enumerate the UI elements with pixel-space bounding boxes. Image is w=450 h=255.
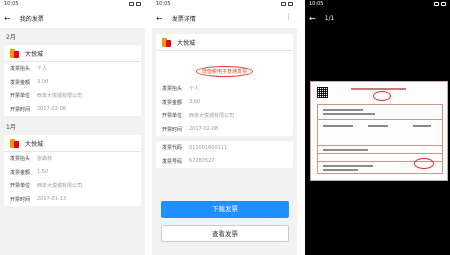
row-key: 发票号码	[162, 158, 183, 165]
row-key: 开票时间	[10, 196, 31, 203]
info-row: 发票抬头 个人	[4, 62, 141, 76]
back-arrow-icon[interactable]: ←	[4, 14, 11, 23]
detail-nav-bar: ← 发票详情 ⋮	[152, 8, 297, 28]
row-key: 发票金额	[10, 169, 31, 176]
info-row: 发票金额 3.00	[4, 76, 141, 90]
qr-code-icon	[317, 87, 328, 98]
row-key: 发票金额	[10, 79, 31, 86]
row-key: 开票单位	[162, 113, 183, 120]
status-icons	[281, 0, 293, 8]
invoice-card[interactable]: 大悦城 发票抬头 张森林 发票金额 1.50 开票单位 西单大悦城有限公司 开票时间 2…	[4, 135, 141, 206]
month-header: 2月	[6, 34, 16, 41]
merchant-logo-icon	[10, 48, 19, 58]
merchant-logo-icon	[162, 37, 171, 47]
battery-icon	[441, 2, 446, 6]
status-bar: 10:05	[152, 0, 297, 8]
view-invoice-button[interactable]: 查看发票	[161, 225, 289, 242]
status-time: 10:05	[4, 1, 19, 7]
row-value: 2017-01-13	[37, 196, 67, 203]
page-indicator: 1/1	[324, 14, 335, 22]
status-bar: 10:05	[305, 0, 450, 8]
merchant-name: 大悦城	[25, 140, 44, 148]
invoice-detail-screen: 10:05 ← 发票详情 ⋮ 大悦城 增值税电子普通发票 发票抬头 个人 发票金额…	[152, 0, 297, 255]
row-value: 1.50	[37, 169, 49, 176]
status-time: 10:05	[309, 1, 324, 7]
row-value: 个人	[37, 66, 48, 73]
wifi-icon	[434, 2, 439, 6]
info-row: 发票号码 67280527	[156, 155, 293, 169]
row-value: 011001600111	[189, 144, 228, 151]
card-header: 大悦城	[4, 45, 141, 62]
wifi-icon	[281, 2, 286, 6]
row-key: 开票时间	[162, 126, 183, 133]
row-key: 发票抬头	[162, 86, 183, 93]
info-row: 发票代码 011001600111	[156, 141, 293, 155]
info-row: 发票抬头 张森林	[4, 152, 141, 166]
invoice-detail-card: 大悦城 增值税电子普通发票 发票抬头 个人 发票金额 3.00 开票单位 西单大悦城有…	[156, 34, 293, 136]
status-icons	[434, 0, 446, 8]
row-value: 西单大悦城有限公司	[189, 113, 235, 120]
row-value: 2017-02-08	[37, 106, 67, 113]
row-key: 开票单位	[10, 183, 31, 190]
merchant-name: 大悦城	[177, 39, 196, 47]
info-row: 发票金额 1.50	[4, 166, 141, 180]
page-title: 发票详情	[171, 15, 196, 23]
info-row: 开票时间 2017-02-08	[4, 103, 141, 117]
page-title: 我的发票	[19, 15, 44, 23]
viewer-nav-bar: ← 1/1	[305, 8, 450, 28]
row-value: 张森林	[37, 156, 53, 163]
info-row: 发票金额 3.00	[156, 96, 293, 110]
row-key: 发票金额	[162, 99, 183, 106]
info-row: 开票时间 2017-01-13	[4, 193, 141, 207]
info-row: 发票抬头 个人	[156, 82, 293, 96]
row-value: 2017-02-08	[189, 126, 219, 133]
status-time: 10:05	[156, 1, 171, 7]
list-nav-bar: ← 我的发票	[0, 8, 145, 28]
invoice-card[interactable]: 大悦城 发票抬头 个人 发票金额 3.00 开票单位 西单大悦城有限公司 开票时间 20…	[4, 45, 141, 116]
status-bar: 10:05	[0, 0, 145, 8]
merchant-name: 大悦城	[25, 50, 44, 58]
row-value: 西单大悦城有限公司	[37, 93, 83, 100]
battery-icon	[288, 2, 293, 6]
more-vertical-icon[interactable]: ⋮	[285, 13, 292, 21]
row-key: 发票代码	[162, 145, 183, 152]
company-seal-icon	[414, 158, 434, 169]
invoice-title-mark	[351, 88, 406, 90]
info-row: 开票单位 西单大悦城有限公司	[4, 89, 141, 103]
card-header: 大悦城	[156, 34, 293, 51]
row-value: 3.00	[37, 79, 49, 86]
row-key: 发票抬头	[10, 156, 31, 163]
stamp-row: 增值税电子普通发票	[156, 51, 293, 82]
row-key: 开票单位	[10, 93, 31, 100]
battery-icon	[136, 2, 141, 6]
back-arrow-icon[interactable]: ←	[309, 14, 316, 23]
download-invoice-button[interactable]: 下载发票	[161, 201, 289, 218]
invoice-viewer-screen: 10:05 ← 1/1	[305, 0, 450, 255]
invoice-code-card: 发票代码 011001600111 发票号码 67280527	[156, 141, 293, 168]
invoice-image[interactable]	[310, 81, 448, 181]
status-icons	[129, 0, 141, 8]
back-arrow-icon[interactable]: ←	[156, 14, 163, 23]
invoice-seal-icon	[373, 91, 391, 101]
card-header: 大悦城	[4, 135, 141, 152]
info-row: 开票时间 2017-02-08	[156, 123, 293, 137]
invoice-type-stamp: 增值税电子普通发票	[195, 66, 253, 77]
month-header: 1月	[6, 124, 16, 131]
row-value: 3.00	[189, 99, 201, 106]
row-value: 个人	[189, 86, 200, 93]
info-row: 开票单位 西单大悦城有限公司	[156, 109, 293, 123]
wifi-icon	[129, 2, 134, 6]
row-value: 西单大悦城有限公司	[37, 183, 83, 190]
row-key: 开票时间	[10, 106, 31, 113]
info-row: 开票单位 西单大悦城有限公司	[4, 179, 141, 193]
row-value: 67280527	[189, 158, 215, 165]
row-key: 发票抬头	[10, 66, 31, 73]
merchant-logo-icon	[10, 138, 19, 148]
invoice-list-screen: 10:05 ← 我的发票 2月 大悦城 发票抬头 个人 发票金额 3.00 开票单位…	[0, 0, 145, 255]
